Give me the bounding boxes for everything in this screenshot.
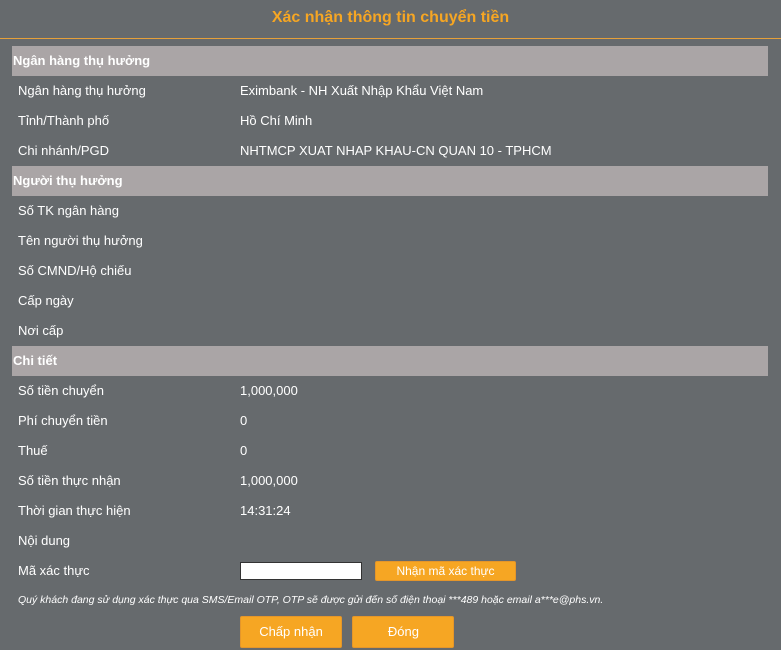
row-id-number: Số CMND/Hộ chiếu [12,256,768,286]
row-branch: Chi nhánh/PGD NHTMCP XUAT NHAP KHAU-CN Q… [12,136,768,166]
row-label: Số TK ngân hàng [18,203,119,218]
dialog-title: Xác nhận thông tin chuyển tiền [0,0,781,39]
dialog-content: Ngân hàng thụ hưởng Ngân hàng thụ hưởng … [12,46,768,648]
row-account-number: Số TK ngân hàng [12,196,768,226]
row-otp: Mã xác thực Nhận mã xác thực [12,556,768,586]
row-label: Ngân hàng thụ hưởng [18,83,146,98]
row-label: Thời gian thực hiện [18,503,131,518]
row-beneficiary-name: Tên người thụ hưởng [12,226,768,256]
transfer-confirm-dialog: Xác nhận thông tin chuyển tiền Ngân hàng… [0,0,781,650]
row-bank-name: Ngân hàng thụ hưởng Eximbank - NH Xuất N… [12,76,768,106]
row-label: Phí chuyển tiền [18,413,108,428]
row-value: 1,000,000 [240,473,298,488]
row-value: 1,000,000 [240,383,298,398]
row-label: Nơi cấp [18,323,64,338]
row-value: 0 [240,413,248,428]
otp-input[interactable] [240,562,362,580]
row-value: Eximbank - NH Xuất Nhập Khẩu Việt Nam [240,83,484,98]
row-label: Số tiền thực nhận [18,473,121,488]
row-label: Số CMND/Hộ chiếu [18,263,132,278]
row-amount: Số tiền chuyển 1,000,000 [12,376,768,406]
row-fee: Phí chuyển tiền 0 [12,406,768,436]
row-value: 14:31:24 [240,503,291,518]
row-label: Tỉnh/Thành phố [18,113,110,128]
section-header-bank: Ngân hàng thụ hưởng [12,46,768,76]
row-label: Nội dung [18,533,71,548]
row-label: Cấp ngày [18,293,74,308]
row-time: Thời gian thực hiện 14:31:24 [12,496,768,526]
close-button[interactable]: Đóng [352,616,455,648]
dialog-actions: Chấp nhận Đóng [240,616,460,648]
section-header-detail: Chi tiết [12,346,768,376]
accept-button[interactable]: Chấp nhận [240,616,342,648]
row-value: Hồ Chí Minh [240,113,313,128]
row-label: Tên người thụ hưởng [18,233,143,248]
row-label: Chi nhánh/PGD [18,143,110,158]
row-province: Tỉnh/Thành phố Hồ Chí Minh [12,106,768,136]
row-issue-place: Nơi cấp [12,316,768,346]
section-header-beneficiary: Người thụ hưởng [12,166,768,196]
row-value: 0 [240,443,248,458]
get-otp-button[interactable]: Nhận mã xác thực [375,561,516,581]
row-value: NHTMCP XUAT NHAP KHAU-CN QUAN 10 - TPHCM [240,143,552,158]
otp-note: Quý khách đang sử dụng xác thực qua SMS/… [18,594,604,606]
row-tax: Thuế 0 [12,436,768,466]
row-label: Số tiền chuyển [18,383,105,398]
otp-label: Mã xác thực [18,563,90,578]
row-net-amount: Số tiền thực nhận 1,000,000 [12,466,768,496]
row-content: Nội dung [12,526,768,556]
row-issue-date: Cấp ngày [12,286,768,316]
row-label: Thuế [18,443,48,458]
